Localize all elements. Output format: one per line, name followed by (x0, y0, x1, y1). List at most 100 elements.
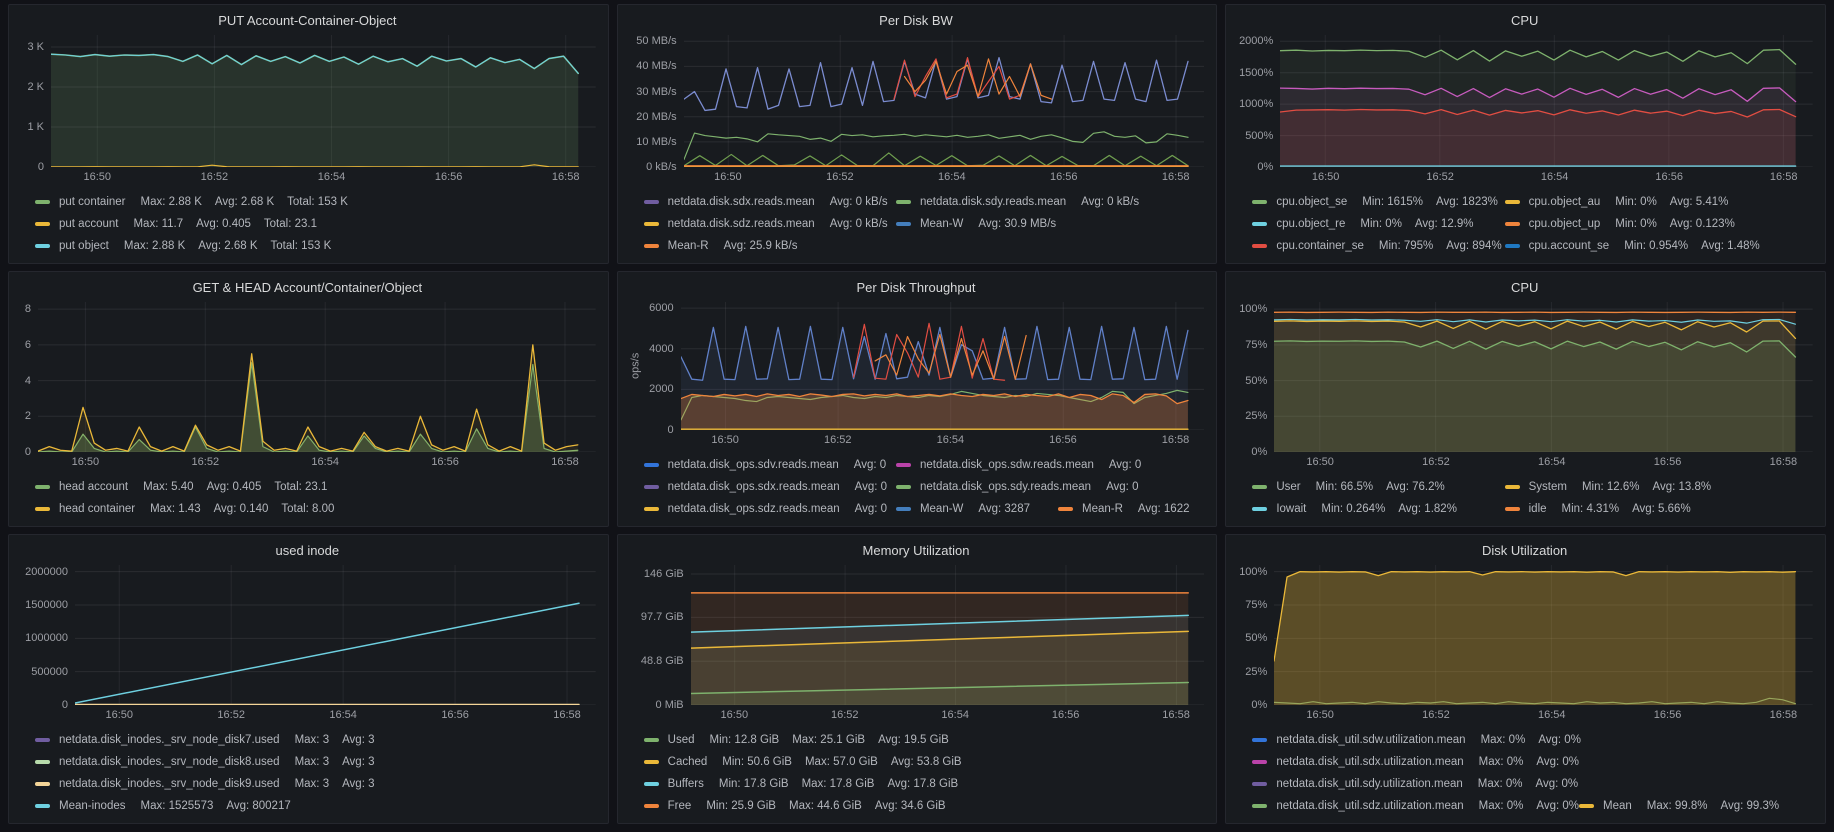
legend-series-name[interactable]: Mean-R (668, 235, 709, 257)
series-color-swatch[interactable] (35, 507, 50, 511)
legend-item[interactable]: Buffers Min: 17.8 GiB Max: 17.8 GiB Avg: 17… (643, 773, 958, 795)
legend-series-name[interactable]: netdata.disk_util.sdy.utilization.mean (1276, 773, 1462, 795)
chart-plot[interactable] (51, 35, 596, 167)
legend-item[interactable]: netdata.disk.sdx.reads.mean Avg: 0 kB/s (643, 191, 896, 213)
legend-item[interactable]: cpu.object_re Min: 0% Avg: 12.9% (1252, 213, 1504, 235)
chart-plot[interactable] (1274, 565, 1813, 705)
series-color-swatch[interactable] (643, 485, 659, 489)
legend-item[interactable]: netdata.disk_inodes._srv_node_disk8.used… (35, 751, 375, 773)
legend-item[interactable]: netdata.disk_util.sdy.utilization.mean Ma… (1252, 773, 1578, 795)
legend-item[interactable]: netdata.disk_ops.sdz.reads.mean Avg: 0 (643, 498, 896, 520)
legend-item[interactable]: Used Min: 12.8 GiB Max: 25.1 GiB Avg: 19.5 … (643, 729, 949, 751)
series-color-swatch[interactable] (895, 485, 911, 489)
series-color-swatch[interactable] (1504, 244, 1520, 248)
legend-item[interactable]: Mean-inodes Max: 1525573 Avg: 800217 (35, 795, 291, 817)
legend-item[interactable]: System Min: 12.6% Avg: 13.8% (1504, 476, 1711, 498)
series-color-swatch[interactable] (1058, 507, 1073, 511)
legend-item[interactable]: put account Max: 11.7 Avg: 0.405 Total: 23.… (35, 213, 317, 235)
chart-plot[interactable] (690, 565, 1205, 705)
legend-item[interactable]: netdata.disk.sdz.reads.mean Avg: 0 kB/s (643, 213, 896, 235)
legend-series-name[interactable]: cpu.object_au (1529, 191, 1601, 213)
legend-series-name[interactable]: System (1529, 476, 1567, 498)
series-color-swatch[interactable] (1252, 782, 1268, 786)
legend-series-name[interactable]: cpu.object_re (1276, 213, 1345, 235)
legend-series-name[interactable]: Mean-R (1082, 498, 1123, 520)
series-color-swatch[interactable] (1504, 485, 1520, 489)
legend-item[interactable]: Mean Max: 99.8% Avg: 99.3% (1579, 795, 1779, 817)
series-color-swatch[interactable] (1252, 222, 1268, 226)
panel-title[interactable]: GET & HEAD Account/Container/Object (19, 280, 596, 296)
series-color-swatch[interactable] (643, 507, 659, 511)
legend-item[interactable]: cpu.object_se Min: 1615% Avg: 1823% (1252, 191, 1504, 213)
series-color-swatch[interactable] (1504, 507, 1520, 511)
panel-title[interactable]: Per Disk Throughput (628, 280, 1205, 296)
series-color-swatch[interactable] (1252, 200, 1268, 204)
legend-series-name[interactable]: Mean-inodes (59, 795, 125, 817)
legend-item[interactable]: cpu.object_up Min: 0% Avg: 0.123% (1504, 213, 1735, 235)
legend-series-name[interactable]: netdata.disk_inodes._srv_node_disk8.used (59, 751, 280, 773)
legend-series-name[interactable]: netdata.disk_ops.sdw.reads.mean (920, 454, 1094, 476)
legend-series-name[interactable]: netdata.disk_ops.sdx.reads.mean (668, 476, 840, 498)
legend-series-name[interactable]: put container (59, 191, 126, 213)
legend-series-name[interactable]: cpu.object_up (1529, 213, 1601, 235)
chart-plot[interactable] (38, 302, 596, 452)
chart-plot[interactable] (75, 565, 596, 705)
legend-series-name[interactable]: User (1276, 476, 1300, 498)
legend-item[interactable]: head account Max: 5.40 Avg: 0.405 Total: 23… (35, 476, 327, 498)
legend-series-name[interactable]: netdata.disk.sdz.reads.mean (668, 213, 815, 235)
legend-item[interactable]: Mean-R Avg: 1622 (1058, 498, 1190, 520)
legend-series-name[interactable]: Mean (1603, 795, 1632, 817)
chart-plot[interactable] (684, 35, 1205, 167)
legend-series-name[interactable]: Cached (668, 751, 708, 773)
legend-item[interactable]: Iowait Min: 0.264% Avg: 1.82% (1252, 498, 1504, 520)
legend-item[interactable]: User Min: 66.5% Avg: 76.2% (1252, 476, 1504, 498)
legend-series-name[interactable]: cpu.object_se (1276, 191, 1347, 213)
series-color-swatch[interactable] (1252, 760, 1268, 764)
legend-series-name[interactable]: netdata.disk.sdx.reads.mean (668, 191, 815, 213)
legend-series-name[interactable]: put object (59, 235, 109, 257)
legend-series-name[interactable]: put account (59, 213, 118, 235)
legend-series-name[interactable]: Mean-W (920, 498, 963, 520)
legend-item[interactable]: put object Max: 2.88 K Avg: 2.68 K Total: 1… (35, 235, 331, 257)
legend-item[interactable]: netdata.disk_util.sdw.utilization.mean Ma… (1252, 729, 1581, 751)
chart-plot[interactable] (1280, 35, 1813, 167)
series-color-swatch[interactable] (35, 222, 50, 226)
series-color-swatch[interactable] (643, 738, 659, 742)
legend-series-name[interactable]: head account (59, 476, 128, 498)
panel-title[interactable]: Disk Utilization (1236, 543, 1813, 559)
legend-item[interactable]: put container Max: 2.88 K Avg: 2.68 K Total… (35, 191, 348, 213)
legend-item[interactable]: cpu.container_se Min: 795% Avg: 894% (1252, 235, 1504, 257)
series-color-swatch[interactable] (895, 200, 911, 204)
legend-series-name[interactable]: Mean-W (920, 213, 963, 235)
series-color-swatch[interactable] (35, 804, 50, 808)
legend-item[interactable]: Cached Min: 50.6 GiB Max: 57.0 GiB Avg: 53.… (643, 751, 962, 773)
legend-item[interactable]: netdata.disk_ops.sdy.reads.mean Avg: 0 (895, 476, 1138, 498)
series-color-swatch[interactable] (643, 760, 659, 764)
series-color-swatch[interactable] (643, 804, 659, 808)
legend-item[interactable]: netdata.disk_util.sdz.utilization.mean Ma… (1252, 795, 1579, 817)
legend-series-name[interactable]: netdata.disk_ops.sdv.reads.mean (668, 454, 839, 476)
series-color-swatch[interactable] (35, 760, 50, 764)
legend-series-name[interactable]: Free (668, 795, 692, 817)
chart-plot[interactable] (680, 302, 1205, 430)
legend-series-name[interactable]: netdata.disk_util.sdx.utilization.mean (1276, 751, 1463, 773)
series-color-swatch[interactable] (895, 507, 911, 511)
legend-item[interactable]: netdata.disk_inodes._srv_node_disk7.used… (35, 729, 375, 751)
legend-item[interactable]: Free Min: 25.9 GiB Max: 44.6 GiB Avg: 34.6 … (643, 795, 946, 817)
panel-title[interactable]: used inode (19, 543, 596, 559)
legend-item[interactable]: netdata.disk_util.sdx.utilization.mean Ma… (1252, 751, 1579, 773)
legend-series-name[interactable]: head container (59, 498, 135, 520)
legend-series-name[interactable]: netdata.disk_inodes._srv_node_disk9.used (59, 773, 280, 795)
legend-series-name[interactable]: cpu.container_se (1276, 235, 1364, 257)
panel-title[interactable]: PUT Account-Container-Object (19, 13, 596, 29)
series-color-swatch[interactable] (35, 738, 50, 742)
series-color-swatch[interactable] (1252, 738, 1268, 742)
series-color-swatch[interactable] (643, 244, 659, 248)
series-color-swatch[interactable] (35, 200, 50, 204)
legend-item[interactable]: cpu.object_au Min: 0% Avg: 5.41% (1504, 191, 1728, 213)
legend-series-name[interactable]: netdata.disk_util.sdw.utilization.mean (1276, 729, 1465, 751)
series-color-swatch[interactable] (895, 463, 911, 467)
legend-item[interactable]: netdata.disk_ops.sdw.reads.mean Avg: 0 (895, 454, 1141, 476)
legend-item[interactable]: netdata.disk_ops.sdx.reads.mean Avg: 0 (643, 476, 896, 498)
series-color-swatch[interactable] (895, 222, 911, 226)
